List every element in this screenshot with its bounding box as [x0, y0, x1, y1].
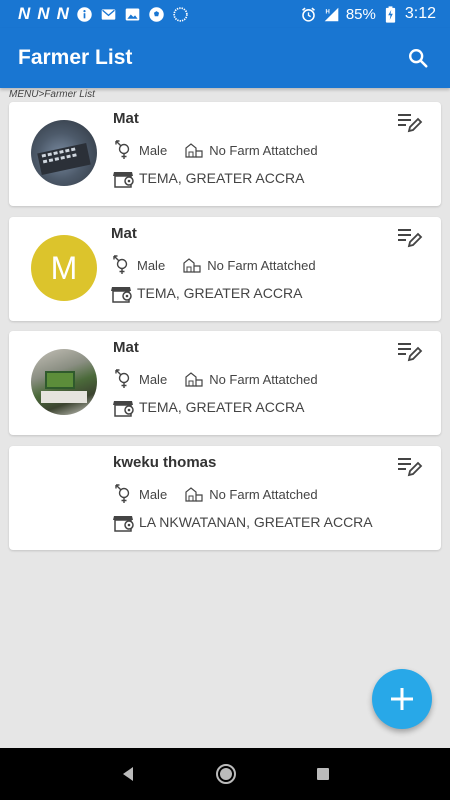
- gender-icon: [113, 255, 128, 274]
- farmer-details-row: Male No Farm Attatched: [113, 484, 318, 504]
- notification-n-icon: N: [37, 4, 50, 23]
- gender-icon: [115, 484, 130, 503]
- farm-icon: [185, 143, 203, 158]
- location-label: TEMA, GREATER ACCRA: [139, 170, 305, 186]
- status-left: N N N: [18, 4, 189, 24]
- image-icon: [125, 8, 140, 20]
- location-label: TEMA, GREATER ACCRA: [137, 285, 303, 301]
- location-row: TEMA, GREATER ACCRA: [113, 168, 304, 188]
- page-title: Farmer List: [18, 46, 133, 69]
- search-icon: [409, 49, 428, 68]
- edit-button[interactable]: [397, 227, 423, 249]
- back-icon[interactable]: [120, 766, 136, 782]
- farm-label: No Farm Attatched: [209, 142, 318, 158]
- location-row: LA NKWATANAN, GREATER ACCRA: [113, 512, 373, 532]
- store-location-icon: [113, 516, 134, 532]
- notification-n-icon: N: [56, 4, 69, 23]
- status-bar: N N N H 85% 3:12: [0, 0, 450, 28]
- email-icon: [101, 8, 116, 20]
- gender-label: Male: [139, 371, 168, 387]
- farmer-name: Mat: [113, 110, 139, 127]
- store-location-icon: [111, 287, 132, 303]
- app-bar: Farmer List: [0, 28, 450, 88]
- avatar-photo: [41, 371, 87, 403]
- farm-label: No Farm Attatched: [207, 257, 316, 273]
- gender-label: Male: [139, 486, 168, 502]
- location-label: LA NKWATANAN, GREATER ACCRA: [139, 514, 373, 530]
- farm-icon: [185, 372, 203, 387]
- edit-button[interactable]: [397, 112, 423, 134]
- battery-percent: 85%: [345, 5, 376, 23]
- gender-icon: [115, 140, 130, 159]
- signal-icon: H: [324, 7, 339, 21]
- location-row: TEMA, GREATER ACCRA: [111, 283, 302, 303]
- status-right: H 85% 3:12: [300, 5, 436, 23]
- store-location-icon: [113, 172, 134, 188]
- avatar: [31, 464, 97, 530]
- farmer-card[interactable]: kweku thomas Male No Farm Attatched LA N…: [9, 446, 441, 550]
- avatar: M: [31, 235, 97, 301]
- farmer-details-row: Male No Farm Attatched: [113, 369, 318, 389]
- svg-text:H: H: [325, 9, 329, 15]
- dotted-circle-icon: [173, 6, 188, 22]
- plus-icon: [391, 688, 413, 710]
- edit-button[interactable]: [397, 456, 423, 478]
- farmer-card[interactable]: Mat Male No Farm Attatched TEMA, GREATER…: [9, 102, 441, 206]
- home-icon[interactable]: [215, 763, 237, 785]
- farm-icon: [183, 258, 201, 273]
- system-nav-bar: [0, 748, 450, 800]
- farm-label: No Farm Attatched: [209, 486, 318, 502]
- farmer-card[interactable]: Mat Male No Farm Attatched TEMA, GREATER…: [9, 331, 441, 435]
- avatar: [31, 349, 97, 415]
- avatar-photo: [37, 143, 91, 175]
- farmer-name: kweku thomas: [113, 454, 217, 471]
- recents-icon[interactable]: [316, 767, 330, 781]
- farm-label: No Farm Attatched: [209, 371, 318, 387]
- farmer-name: Mat: [111, 225, 137, 242]
- battery-charging-icon: [385, 5, 395, 23]
- store-location-icon: [113, 401, 134, 417]
- soccer-ball-icon: [149, 6, 164, 22]
- edit-list-icon: [398, 343, 423, 362]
- edit-list-icon: [398, 458, 423, 477]
- farm-icon: [185, 487, 203, 502]
- location-row: TEMA, GREATER ACCRA: [113, 397, 304, 417]
- gender-label: Male: [139, 142, 168, 158]
- gender-icon: [115, 369, 130, 388]
- edit-button[interactable]: [397, 341, 423, 363]
- edit-list-icon: [398, 114, 423, 133]
- gender-label: Male: [137, 257, 166, 273]
- farmer-details-row: Male No Farm Attatched: [113, 140, 318, 160]
- farmer-card[interactable]: M Mat Male No Farm Attatched TEMA, GREAT…: [9, 217, 441, 321]
- info-icon: [77, 6, 92, 22]
- breadcrumb: MENU>Farmer List: [9, 89, 95, 100]
- alarm-icon: [301, 7, 315, 22]
- add-farmer-button[interactable]: [372, 669, 432, 729]
- avatar: [31, 120, 97, 186]
- notification-n-icon: N: [18, 4, 31, 23]
- farmer-name: Mat: [113, 339, 139, 356]
- farmer-details-row: Male No Farm Attatched: [111, 255, 316, 275]
- clock: 3:12: [404, 5, 436, 22]
- location-label: TEMA, GREATER ACCRA: [139, 399, 305, 415]
- search-button[interactable]: [404, 44, 432, 72]
- edit-list-icon: [398, 229, 423, 248]
